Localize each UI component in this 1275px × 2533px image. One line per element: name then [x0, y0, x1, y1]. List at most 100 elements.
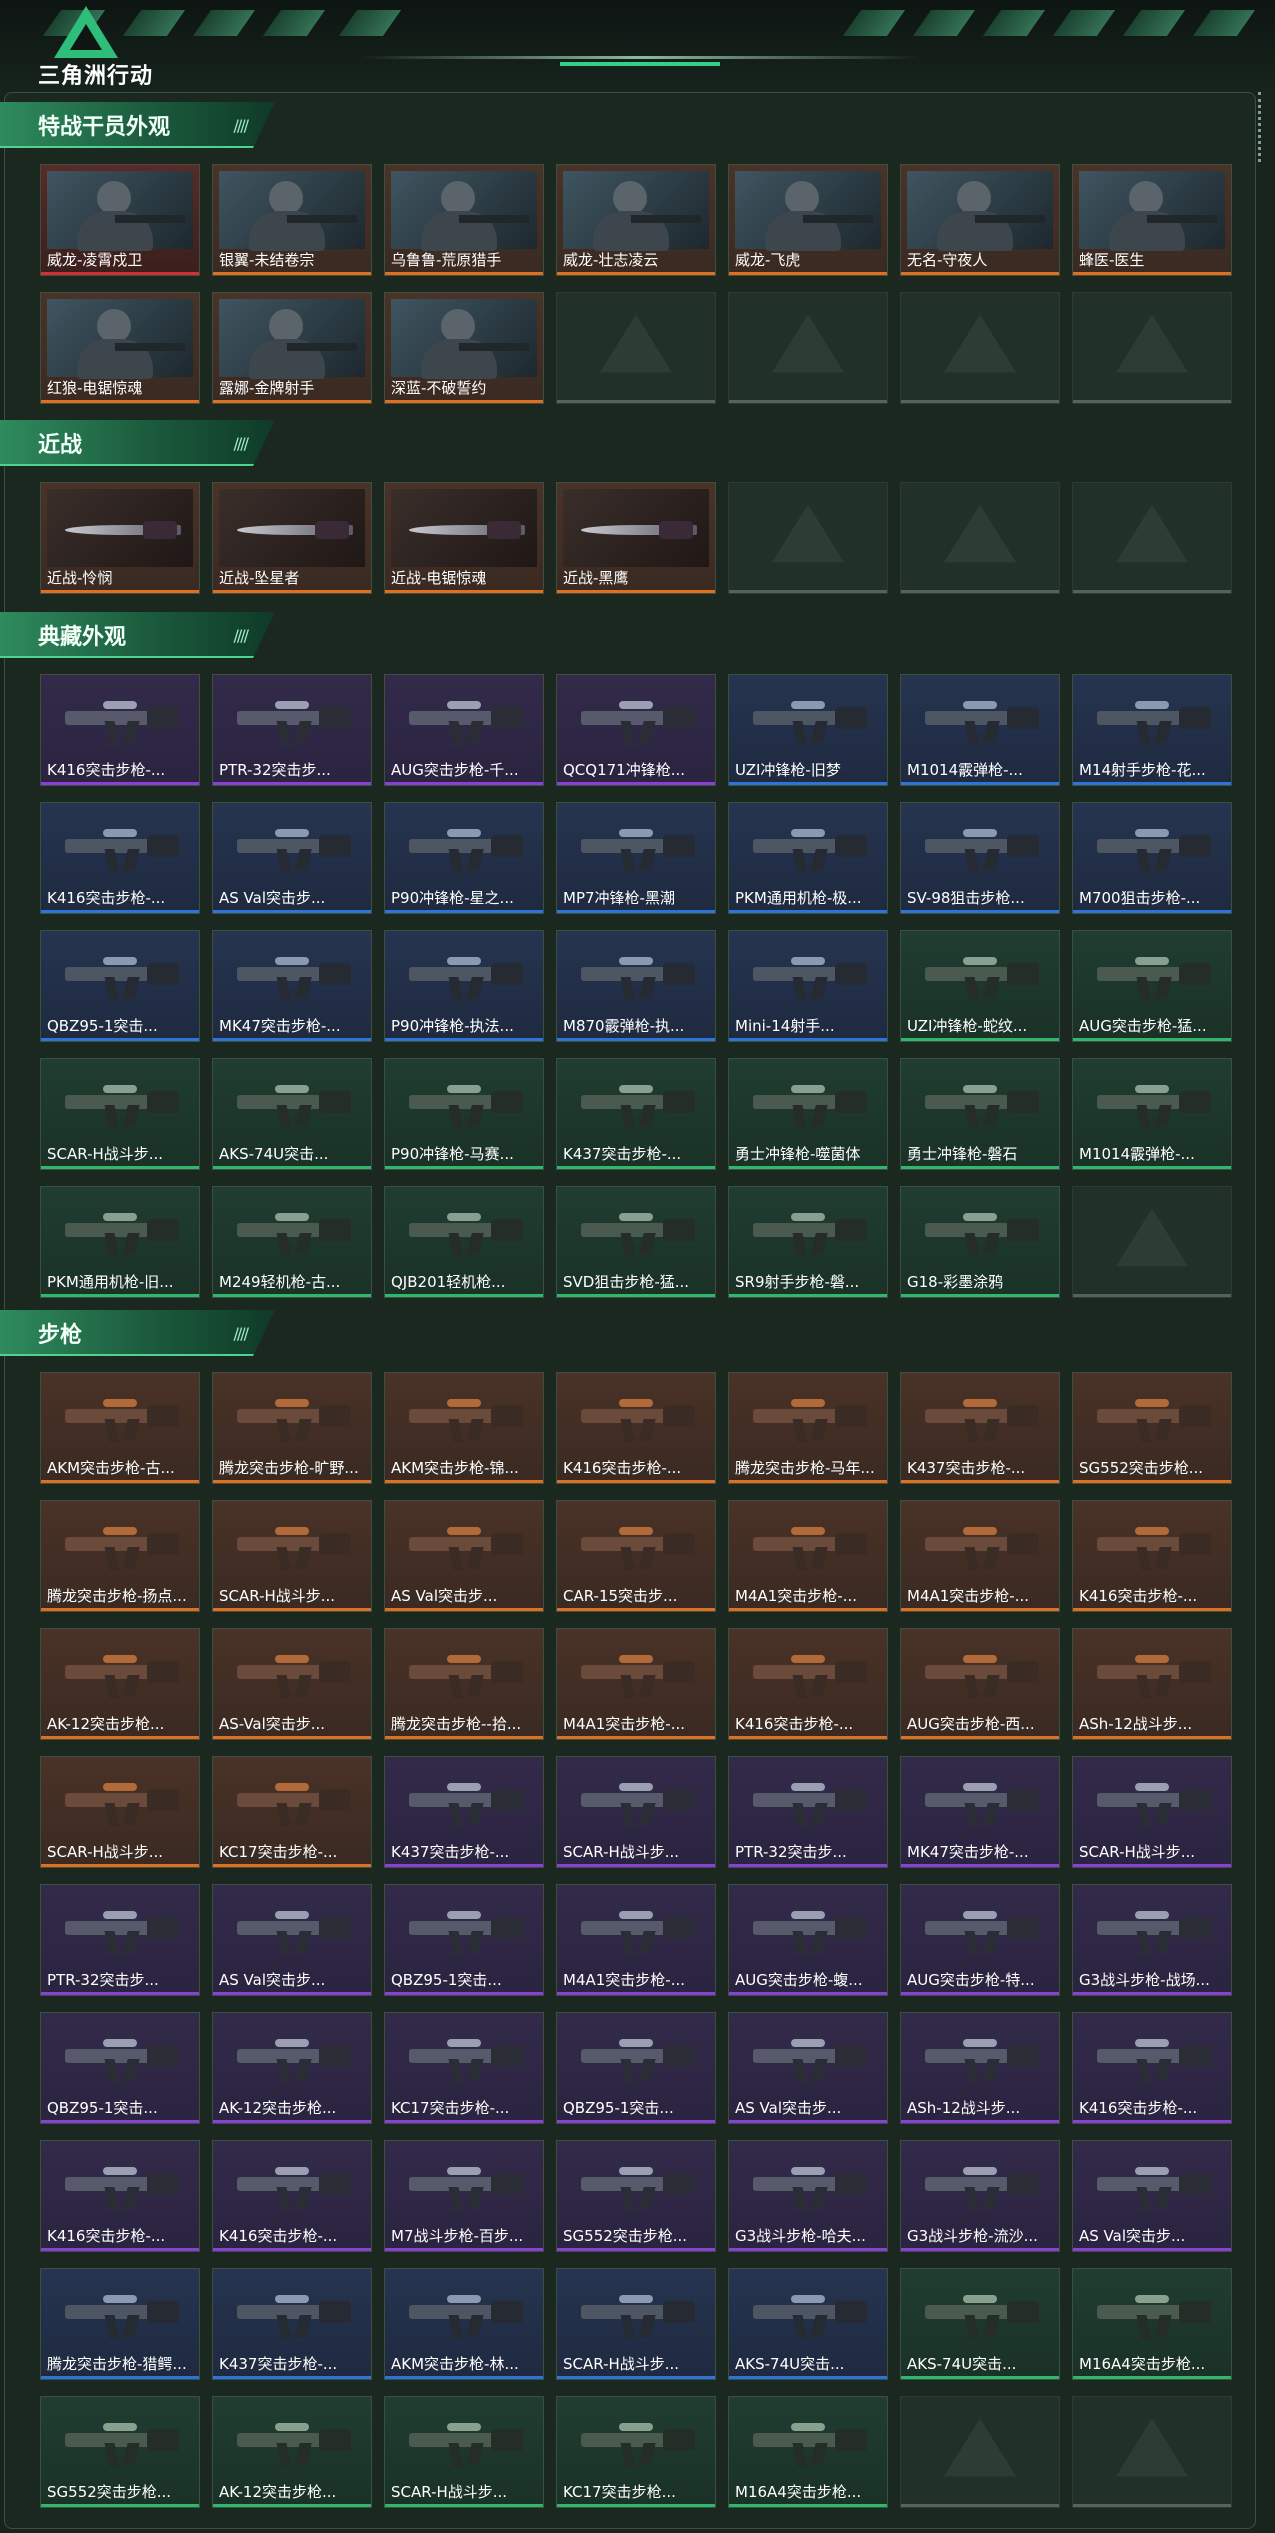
item-card[interactable]: QBZ95-1突击...	[40, 930, 200, 1042]
item-card[interactable]: ASh-12战斗步...	[1072, 1628, 1232, 1740]
item-card[interactable]: M700狙击步枪-...	[1072, 802, 1232, 914]
item-card[interactable]: AS Val突击步...	[728, 2012, 888, 2124]
item-card[interactable]: AS Val突击步...	[1072, 2140, 1232, 2252]
item-card[interactable]: 腾龙突击步枪-旷野...	[212, 1372, 372, 1484]
item-card[interactable]: 露娜-金牌射手	[212, 292, 372, 404]
item-card[interactable]: PTR-32突击步...	[40, 1884, 200, 1996]
item-card[interactable]: AS-Val突击步...	[212, 1628, 372, 1740]
item-card[interactable]: PTR-32突击步...	[212, 674, 372, 786]
item-card[interactable]: K416突击步枪-...	[1072, 2012, 1232, 2124]
item-card[interactable]: M1014霰弹枪-...	[900, 674, 1060, 786]
item-card[interactable]: P90冲锋枪-执法...	[384, 930, 544, 1042]
item-card[interactable]: 腾龙突击步枪--拾...	[384, 1628, 544, 1740]
item-card[interactable]: SG552突击步枪...	[556, 2140, 716, 2252]
item-card[interactable]: G3战斗步枪-流沙...	[900, 2140, 1060, 2252]
scrollbar[interactable]	[1258, 92, 1269, 162]
item-card[interactable]: SG552突击步枪...	[1072, 1372, 1232, 1484]
item-card[interactable]: G3战斗步枪-战场...	[1072, 1884, 1232, 1996]
item-card[interactable]: SV-98狙击步枪...	[900, 802, 1060, 914]
item-card[interactable]: SVD狙击步枪-猛...	[556, 1186, 716, 1298]
item-card[interactable]: AKS-74U突击...	[212, 1058, 372, 1170]
item-card[interactable]: M4A1突击步枪-...	[556, 1884, 716, 1996]
item-card[interactable]: AUG突击步枪-特...	[900, 1884, 1060, 1996]
item-card[interactable]: SCAR-H战斗步...	[384, 2396, 544, 2508]
item-card[interactable]: 乌鲁鲁-荒原猎手	[384, 164, 544, 276]
item-card[interactable]: SCAR-H战斗步...	[556, 2268, 716, 2380]
item-card[interactable]: 腾龙突击步枪-扬点...	[40, 1500, 200, 1612]
item-card[interactable]: PKM通用机枪-极...	[728, 802, 888, 914]
item-card[interactable]: 腾龙突击步枪-猎鳄...	[40, 2268, 200, 2380]
item-card[interactable]: MP7冲锋枪-黑潮	[556, 802, 716, 914]
item-card[interactable]: P90冲锋枪-星之...	[384, 802, 544, 914]
item-card[interactable]: ASh-12战斗步...	[900, 2012, 1060, 2124]
item-card[interactable]: KC17突击步枪-...	[212, 1756, 372, 1868]
item-card[interactable]: 深蓝-不破誓约	[384, 292, 544, 404]
item-card[interactable]: M4A1突击步枪-...	[900, 1500, 1060, 1612]
item-card[interactable]: K416突击步枪-...	[728, 1628, 888, 1740]
item-card[interactable]: MK47突击步枪-...	[212, 930, 372, 1042]
item-card[interactable]: AUG突击步枪-蝮...	[728, 1884, 888, 1996]
item-card[interactable]: QBZ95-1突击...	[40, 2012, 200, 2124]
item-card[interactable]: PKM通用机枪-旧...	[40, 1186, 200, 1298]
item-card[interactable]: QJB201轻机枪...	[384, 1186, 544, 1298]
item-card[interactable]: AS Val突击步...	[212, 802, 372, 914]
item-card[interactable]: SCAR-H战斗步...	[556, 1756, 716, 1868]
item-card[interactable]: AK-12突击步枪...	[40, 1628, 200, 1740]
item-card[interactable]: SCAR-H战斗步...	[1072, 1756, 1232, 1868]
item-card[interactable]: AUG突击步枪-猛...	[1072, 930, 1232, 1042]
item-card[interactable]: 近战-黑鹰	[556, 482, 716, 594]
item-card[interactable]: 威龙-凌霄戍卫	[40, 164, 200, 276]
item-card[interactable]: 银翼-未结卷宗	[212, 164, 372, 276]
item-card[interactable]: SR9射手步枪-磐...	[728, 1186, 888, 1298]
item-card[interactable]: M4A1突击步枪-...	[556, 1628, 716, 1740]
item-card[interactable]: 红狼-电锯惊魂	[40, 292, 200, 404]
item-card[interactable]: K437突击步枪-...	[384, 1756, 544, 1868]
item-card[interactable]: AKS-74U突击...	[900, 2268, 1060, 2380]
item-card[interactable]: AK-12突击步枪...	[212, 2012, 372, 2124]
item-card[interactable]: 勇士冲锋枪-噬菌体	[728, 1058, 888, 1170]
item-card[interactable]: M249轻机枪-古...	[212, 1186, 372, 1298]
item-card[interactable]: QCQ171冲锋枪...	[556, 674, 716, 786]
item-card[interactable]: CAR-15突击步...	[556, 1500, 716, 1612]
item-card[interactable]: M4A1突击步枪-...	[728, 1500, 888, 1612]
item-card[interactable]: UZI冲锋枪-蛇纹...	[900, 930, 1060, 1042]
item-card[interactable]: K437突击步枪-...	[556, 1058, 716, 1170]
item-card[interactable]: AKM突击步枪-锦...	[384, 1372, 544, 1484]
item-card[interactable]: M870霰弹枪-执...	[556, 930, 716, 1042]
item-card[interactable]: 近战-电锯惊魂	[384, 482, 544, 594]
item-card[interactable]: KC17突击步枪-...	[384, 2012, 544, 2124]
item-card[interactable]: AS Val突击步...	[212, 1884, 372, 1996]
item-card[interactable]: SCAR-H战斗步...	[40, 1058, 200, 1170]
item-card[interactable]: G18-彩墨涂鸦	[900, 1186, 1060, 1298]
item-card[interactable]: M1014霰弹枪-...	[1072, 1058, 1232, 1170]
item-card[interactable]: 勇士冲锋枪-磐石	[900, 1058, 1060, 1170]
item-card[interactable]: K416突击步枪-...	[1072, 1500, 1232, 1612]
item-card[interactable]: M7战斗步枪-百步...	[384, 2140, 544, 2252]
item-card[interactable]: SG552突击步枪...	[40, 2396, 200, 2508]
item-card[interactable]: G3战斗步枪-哈夫...	[728, 2140, 888, 2252]
item-card[interactable]: 威龙-飞虎	[728, 164, 888, 276]
item-card[interactable]: K416突击步枪-...	[212, 2140, 372, 2252]
item-card[interactable]: 无名-守夜人	[900, 164, 1060, 276]
item-card[interactable]: PTR-32突击步...	[728, 1756, 888, 1868]
item-card[interactable]: 威龙-壮志凌云	[556, 164, 716, 276]
item-card[interactable]: SCAR-H战斗步...	[40, 1756, 200, 1868]
item-card[interactable]: 蜂医-医生	[1072, 164, 1232, 276]
item-card[interactable]: K437突击步枪-...	[212, 2268, 372, 2380]
item-card[interactable]: AKM突击步枪-古...	[40, 1372, 200, 1484]
item-card[interactable]: K416突击步枪-...	[40, 802, 200, 914]
item-card[interactable]: AUG突击步枪-西...	[900, 1628, 1060, 1740]
item-card[interactable]: K416突击步枪-...	[40, 674, 200, 786]
item-card[interactable]: 近战-怜悯	[40, 482, 200, 594]
item-card[interactable]: AUG突击步枪-千...	[384, 674, 544, 786]
item-card[interactable]: P90冲锋枪-马赛...	[384, 1058, 544, 1170]
item-card[interactable]: M14射手步枪-花...	[1072, 674, 1232, 786]
item-card[interactable]: AK-12突击步枪...	[212, 2396, 372, 2508]
item-card[interactable]: AKM突击步枪-林...	[384, 2268, 544, 2380]
item-card[interactable]: UZI冲锋枪-旧梦	[728, 674, 888, 786]
item-card[interactable]: QBZ95-1突击...	[384, 1884, 544, 1996]
item-card[interactable]: K416突击步枪-...	[40, 2140, 200, 2252]
item-card[interactable]: 近战-坠星者	[212, 482, 372, 594]
item-card[interactable]: Mini-14射手...	[728, 930, 888, 1042]
item-card[interactable]: 腾龙突击步枪-马年...	[728, 1372, 888, 1484]
